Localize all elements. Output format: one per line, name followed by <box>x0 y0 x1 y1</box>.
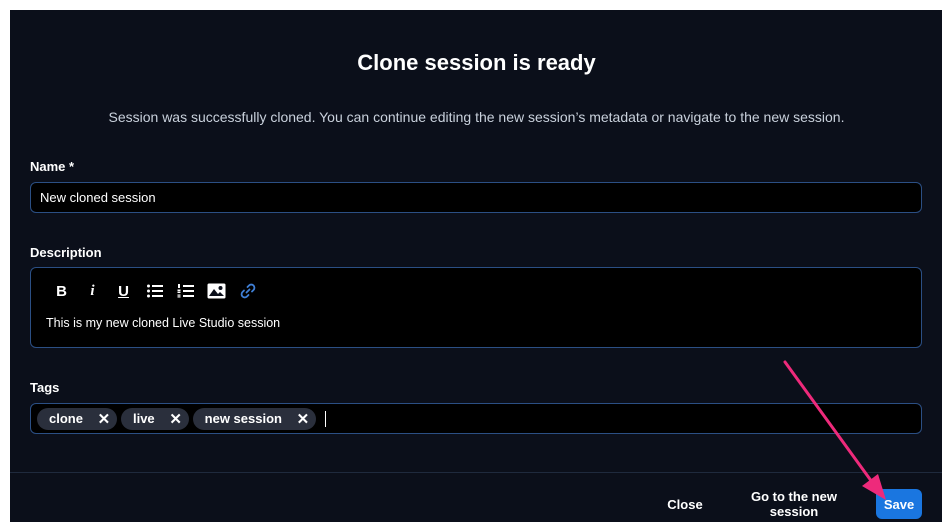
tags-label: Tags <box>30 380 60 395</box>
bold-button[interactable]: B <box>46 280 77 302</box>
tag-chip-label: live <box>132 411 155 426</box>
tags-input[interactable]: clone ✕ live ✕ new session ✕ <box>30 403 922 434</box>
link-icon[interactable] <box>232 280 263 302</box>
dialog-subtitle: Session was successfully cloned. You can… <box>108 109 845 125</box>
clone-session-dialog: Clone session is ready Session was succe… <box>10 10 942 522</box>
underline-button[interactable]: U <box>108 280 139 302</box>
go-to-new-session-button[interactable]: Go to the new session <box>724 489 864 519</box>
remove-tag-icon[interactable]: ✕ <box>169 410 183 428</box>
description-label: Description <box>30 245 102 260</box>
italic-button[interactable]: i <box>77 280 108 302</box>
text-cursor <box>324 410 326 427</box>
dialog-title: Clone session is ready <box>357 50 596 75</box>
tag-chip: clone ✕ <box>37 407 117 430</box>
bullet-list-icon[interactable] <box>139 280 170 302</box>
remove-tag-icon[interactable]: ✕ <box>97 410 111 428</box>
tag-chip: new session ✕ <box>192 407 316 430</box>
tag-chip-label: new session <box>204 411 282 426</box>
numbered-list-icon[interactable] <box>170 280 201 302</box>
tag-chip-label: clone <box>49 411 83 426</box>
name-input[interactable] <box>30 182 922 213</box>
name-label: Name * <box>30 159 75 174</box>
description-editor[interactable]: B i U This is my new cloned Live Studio … <box>30 267 922 348</box>
image-icon[interactable] <box>201 280 232 302</box>
close-button[interactable]: Close <box>657 489 713 519</box>
remove-tag-icon[interactable]: ✕ <box>296 410 310 428</box>
description-text: This is my new cloned Live Studio sessio… <box>46 316 281 330</box>
save-button[interactable]: Save <box>876 489 922 519</box>
footer-divider <box>10 472 942 473</box>
tag-chip: live ✕ <box>120 407 189 430</box>
description-toolbar: B i U <box>46 280 263 302</box>
